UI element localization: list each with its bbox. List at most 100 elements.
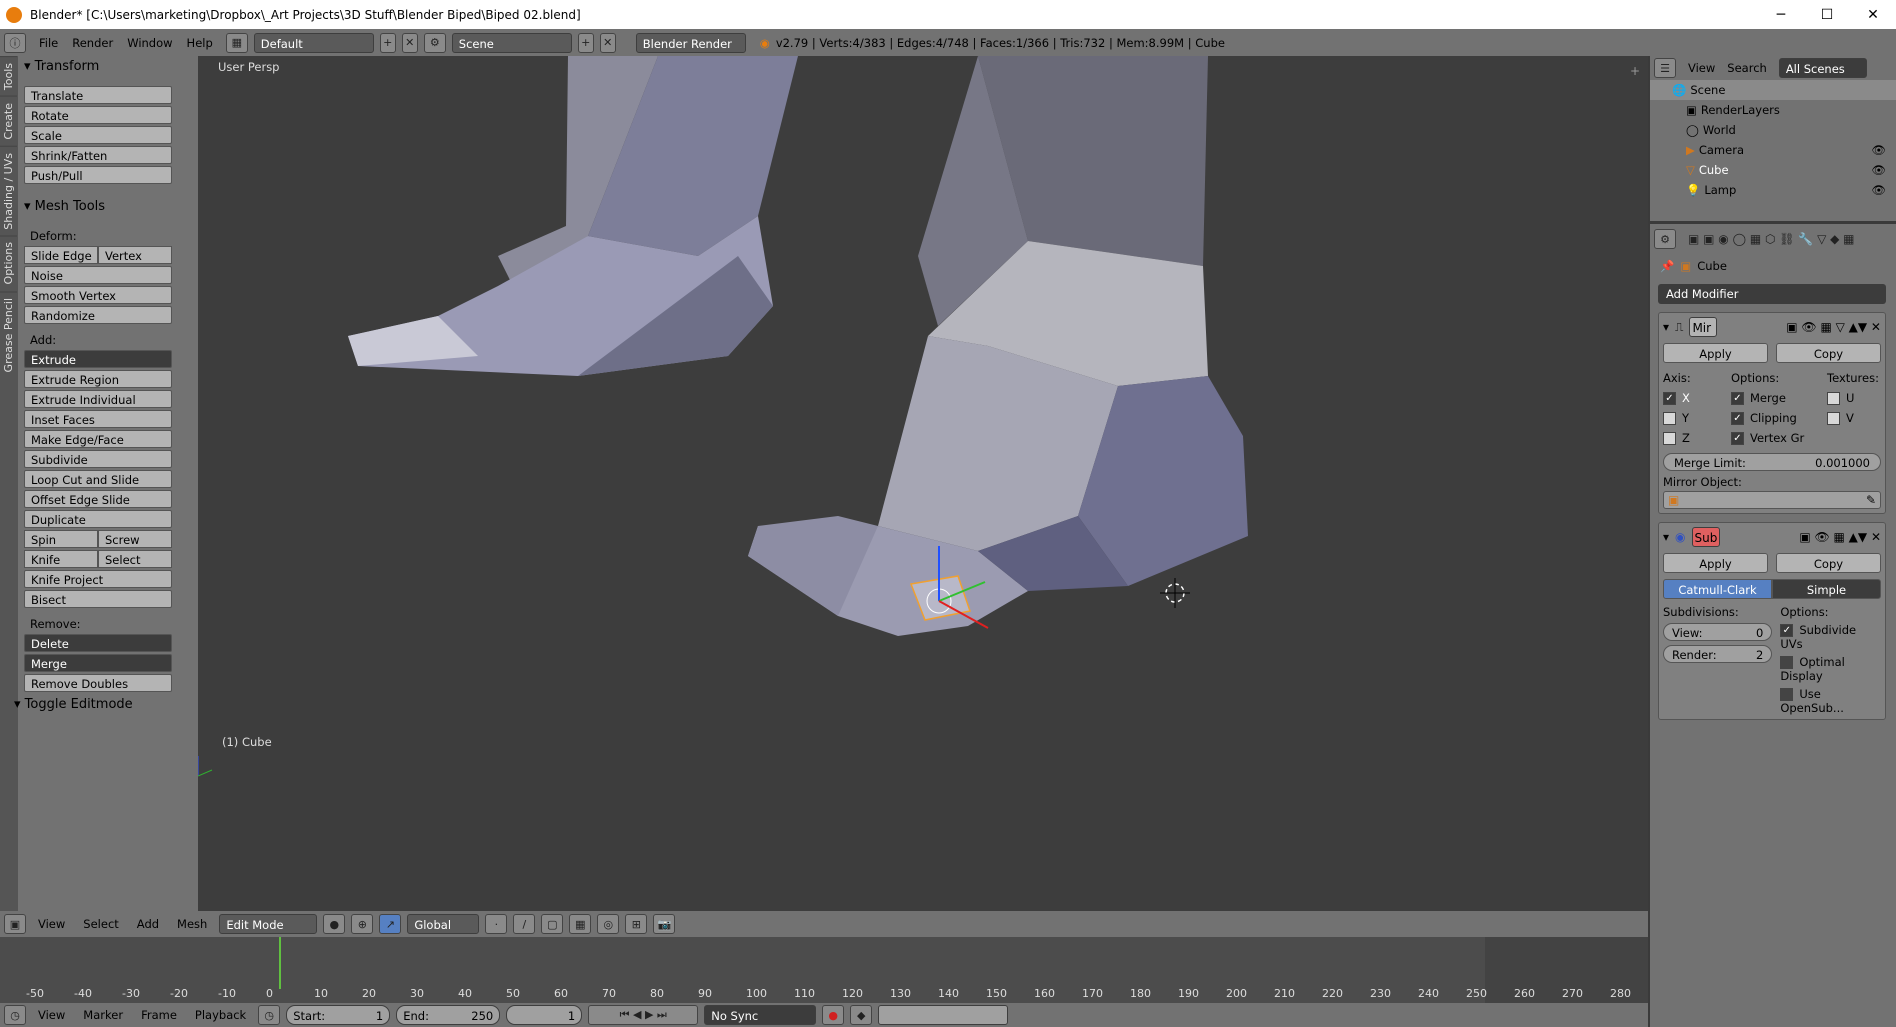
extrude-region-button[interactable]: Extrude Region bbox=[24, 370, 172, 388]
outliner-view-menu[interactable]: View bbox=[1688, 61, 1715, 75]
mode-select[interactable]: Edit Mode bbox=[219, 914, 318, 934]
knife-button[interactable]: Knife bbox=[24, 550, 98, 568]
timeline-editor-icon[interactable]: ◷ bbox=[4, 1005, 26, 1025]
render-icon[interactable]: 📷 bbox=[653, 914, 676, 934]
menu-render[interactable]: Render bbox=[72, 36, 113, 50]
preview-range-icon[interactable]: ◷ bbox=[258, 1005, 281, 1025]
layout-icon[interactable]: ▦ bbox=[225, 32, 248, 53]
bisect-button[interactable]: Bisect bbox=[24, 590, 172, 608]
select-mode-edge-icon[interactable]: / bbox=[513, 914, 536, 934]
scale-button[interactable]: Scale bbox=[24, 126, 172, 144]
pin-icon[interactable]: 📌 bbox=[1660, 259, 1674, 273]
knife-project-button[interactable]: Knife Project bbox=[24, 570, 172, 588]
add-scene-icon[interactable]: + bbox=[577, 32, 594, 53]
3d-viewport[interactable]: User Persp (1) Cube + bbox=[198, 56, 1648, 911]
outliner-scene[interactable]: 🌐 Scene bbox=[1650, 80, 1896, 100]
close-button[interactable]: ✕ bbox=[1850, 7, 1896, 23]
keying-icon[interactable]: ◆ bbox=[850, 1005, 873, 1025]
remove-doubles-button[interactable]: Remove Doubles bbox=[24, 674, 172, 692]
viewport-menu-select[interactable]: Select bbox=[83, 917, 118, 931]
catmull-clark-toggle[interactable]: Catmull-Clark bbox=[1663, 579, 1772, 599]
merge-limit-field[interactable]: Merge Limit: 0.001000 bbox=[1663, 453, 1881, 471]
record-icon[interactable]: ● bbox=[822, 1005, 845, 1025]
keying-set-field[interactable] bbox=[878, 1005, 1009, 1025]
outliner-display-mode[interactable]: All Scenes bbox=[1778, 58, 1867, 78]
randomize-button[interactable]: Randomize bbox=[24, 306, 172, 324]
duplicate-button[interactable]: Duplicate bbox=[24, 510, 172, 528]
editor-type-icon[interactable]: ⓘ bbox=[4, 32, 26, 53]
layout-field[interactable]: Default bbox=[253, 32, 374, 53]
orientation-select[interactable]: Global bbox=[407, 914, 480, 934]
timeline-menu-marker[interactable]: Marker bbox=[83, 1008, 123, 1022]
menu-window[interactable]: Window bbox=[127, 36, 172, 50]
end-frame-field[interactable]: End: 250 bbox=[396, 1005, 501, 1025]
outliner-cube[interactable]: ▽ Cube 👁 bbox=[1650, 160, 1896, 180]
viewport-menu-add[interactable]: Add bbox=[137, 917, 159, 931]
current-frame-line[interactable] bbox=[279, 937, 281, 989]
timeline-menu-playback[interactable]: Playback bbox=[195, 1008, 246, 1022]
inset-faces-button[interactable]: Inset Faces bbox=[24, 410, 172, 428]
translate-button[interactable]: Translate bbox=[24, 86, 172, 104]
transform-panel-header[interactable]: ▾ Transform bbox=[18, 56, 198, 78]
slide-edge-button[interactable]: Slide Edge bbox=[24, 246, 98, 264]
timeline-menu-view[interactable]: View bbox=[38, 1008, 65, 1022]
render-engine-select[interactable]: Blender Render bbox=[635, 32, 746, 53]
start-frame-field[interactable]: Start: 1 bbox=[286, 1005, 391, 1025]
render-levels-field[interactable]: Render: 2 bbox=[1663, 645, 1773, 663]
mirror-apply-button[interactable]: Apply bbox=[1663, 343, 1768, 363]
smooth-vertex-button[interactable]: Smooth Vertex bbox=[24, 286, 172, 304]
mesh-canvas[interactable] bbox=[198, 56, 1648, 911]
optimal-display-checkbox[interactable] bbox=[1780, 656, 1794, 669]
mirror-copy-button[interactable]: Copy bbox=[1776, 343, 1881, 363]
axis-x-checkbox[interactable]: ✓ bbox=[1663, 392, 1676, 405]
texture-v-checkbox[interactable] bbox=[1827, 412, 1840, 425]
menu-help[interactable]: Help bbox=[187, 36, 213, 50]
texture-u-checkbox[interactable] bbox=[1827, 392, 1840, 405]
camera-visibility-icon[interactable]: 👁 bbox=[1871, 140, 1886, 160]
mirror-name-field[interactable]: Mir bbox=[1689, 317, 1718, 337]
snap-icon[interactable]: ⊞ bbox=[625, 914, 648, 934]
mirror-object-field[interactable]: ▣ ✎ bbox=[1663, 491, 1881, 509]
screw-button[interactable]: Screw bbox=[98, 530, 172, 548]
occlude-icon[interactable]: ▦ bbox=[569, 914, 592, 934]
proportional-icon[interactable]: ◎ bbox=[597, 914, 620, 934]
mesh-tools-panel-header[interactable]: ▾ Mesh Tools bbox=[18, 196, 198, 218]
push-pull-button[interactable]: Push/Pull bbox=[24, 166, 172, 184]
current-frame-field[interactable]: 1 bbox=[506, 1005, 583, 1025]
outliner-camera[interactable]: ▶ Camera 👁 bbox=[1650, 140, 1896, 160]
axis-z-checkbox[interactable] bbox=[1663, 432, 1676, 445]
timeline-menu-frame[interactable]: Frame bbox=[141, 1008, 177, 1022]
mirror-collapse-icon[interactable]: ▾ bbox=[1663, 320, 1669, 334]
eyedropper-icon[interactable]: ✎ bbox=[1866, 493, 1876, 507]
offset-edge-slide-button[interactable]: Offset Edge Slide bbox=[24, 490, 172, 508]
add-layout-icon[interactable]: + bbox=[379, 32, 396, 53]
pivot-icon[interactable]: ⊕ bbox=[351, 914, 374, 934]
minimize-button[interactable]: ─ bbox=[1758, 7, 1804, 23]
outliner-editor-icon[interactable]: ☰ bbox=[1654, 58, 1676, 78]
context-tabs[interactable]: ▣ ▣ ◉ ◯ ▦ ⬡ ⛓ 🔧 ▽ ◆ ▦ bbox=[1688, 232, 1855, 246]
scene-field[interactable]: Scene bbox=[451, 32, 572, 53]
sync-select[interactable]: No Sync bbox=[704, 1005, 817, 1025]
subdivide-button[interactable]: Subdivide bbox=[24, 450, 172, 468]
scene-icon[interactable]: ⚙ bbox=[423, 32, 446, 53]
mirror-display-icons[interactable]: ▣ 👁 ▦ ▽ ▲▼ ✕ bbox=[1786, 320, 1881, 334]
add-modifier-menu[interactable]: Add Modifier bbox=[1658, 284, 1886, 304]
outliner-search-menu[interactable]: Search bbox=[1727, 61, 1767, 75]
extrude-menu[interactable]: Extrude bbox=[24, 350, 172, 368]
maximize-button[interactable]: ☐ bbox=[1804, 7, 1850, 23]
merge-menu[interactable]: Merge bbox=[24, 654, 172, 672]
toggle-editmode-header[interactable]: ▾ Toggle Editmode bbox=[8, 694, 198, 716]
properties-editor-icon[interactable]: ⚙ bbox=[1654, 229, 1676, 249]
noise-button[interactable]: Noise bbox=[24, 266, 172, 284]
menu-file[interactable]: File bbox=[39, 36, 58, 50]
playback-controls[interactable]: ⏮ ◀ ▶ ⏭ bbox=[588, 1005, 699, 1025]
subsurf-name-field[interactable]: Sub bbox=[1691, 527, 1720, 547]
shrink-fatten-button[interactable]: Shrink/Fatten bbox=[24, 146, 172, 164]
tab-tools[interactable]: Tools bbox=[0, 56, 17, 97]
rotate-button[interactable]: Rotate bbox=[24, 106, 172, 124]
clipping-checkbox[interactable]: ✓ bbox=[1731, 412, 1744, 425]
make-edge-face-button[interactable]: Make Edge/Face bbox=[24, 430, 172, 448]
outliner-world[interactable]: ◯ World bbox=[1650, 120, 1896, 140]
remove-scene-icon[interactable]: ✕ bbox=[599, 32, 616, 53]
shading-icon[interactable]: ● bbox=[323, 914, 346, 934]
